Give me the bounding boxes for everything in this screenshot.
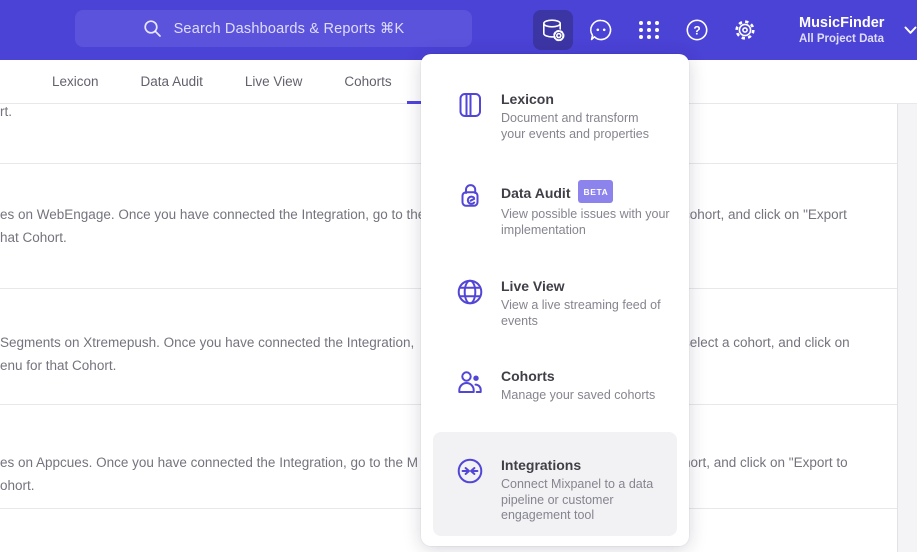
help-icon: ? [686,19,708,41]
menu-item-text: Data Audit BETA View possible issues wit… [501,180,681,238]
topbar-actions: ? MusicFinder All Project Data [533,10,917,50]
feedback-chat-icon [590,19,612,41]
project-labels: MusicFinder All Project Data [799,15,884,46]
menu-item-lexicon[interactable]: Lexicon Document and transform your even… [455,90,681,142]
globe-icon [457,279,483,305]
topbar: Search Dashboards & Reports ⌘K ? MusicFi… [0,0,917,60]
scrollbar-gutter[interactable] [897,104,917,552]
row-text: es on Appcues. Once you have connected t… [0,455,419,470]
data-management-icon [543,19,565,42]
menu-item-cohorts[interactable]: Cohorts Manage your saved cohorts [455,367,681,404]
apps-grid-button[interactable] [629,10,669,50]
menu-item-description: View possible issues with your implement… [501,207,670,237]
tab-lexicon[interactable]: Lexicon [52,74,99,89]
book-icon [459,93,481,117]
chevron-down-icon [904,26,917,34]
menu-item-text: Lexicon Document and transform your even… [501,90,681,142]
menu-item-text: Live View View a live streaming feed of … [501,277,681,329]
menu-item-label: Integrations [501,457,582,473]
menu-item-integrations-content: Integrations Connect Mixpanel to a data … [455,456,681,524]
menu-item-description: Manage your saved cohorts [501,388,656,402]
menu-item-live-view[interactable]: Live View View a live streaming feed of … [455,277,681,329]
menu-item-label: Cohorts [501,368,555,384]
search-placeholder: Search Dashboards & Reports ⌘K [173,20,405,37]
apps-grid-icon [639,21,659,39]
row-text: enu for that Cohort. [0,358,117,373]
row-text: Segments on Xtremepush. Once you have co… [0,335,415,350]
data-management-button[interactable] [533,10,573,50]
menu-item-label: Live View [501,278,565,294]
menu-item-label: Data Audit BETA [501,180,681,204]
menu-item-data-audit[interactable]: Data Audit BETA View possible issues wit… [455,180,681,238]
search-icon [143,20,161,37]
menu-item-description: View a live streaming feed of events [501,298,661,328]
beta-badge: BETA [578,180,614,203]
row-text: select a cohort, and click on [683,335,850,350]
menu-item-integrations[interactable]: Integrations Connect Mixpanel to a data … [433,432,677,536]
project-switcher[interactable]: MusicFinder All Project Data [799,15,917,46]
project-subtitle: All Project Data [799,32,884,45]
row-text: es on WebEngage. Once you have connected… [0,207,426,222]
row-text: rt. [0,104,12,119]
sync-arrows-icon [457,458,483,484]
row-text: hort, and click on "Export to [683,455,848,470]
menu-item-description: Connect Mixpanel to a data pipeline or c… [501,477,654,522]
feedback-button[interactable] [581,10,621,50]
menu-item-label: Lexicon [501,91,554,107]
tab-live-view[interactable]: Live View [245,74,303,89]
people-icon [458,371,482,393]
audit-lock-icon [461,184,479,207]
settings-button[interactable] [725,10,765,50]
row-text: ohort. [0,478,35,493]
menu-item-description: Document and transform your events and p… [501,111,650,141]
row-text: hat Cohort. [0,230,67,245]
data-management-menu: Lexicon Document and transform your even… [421,54,689,546]
svg-text:?: ? [693,23,700,37]
app-screen: rt. es on WebEngage. Once you have conne… [0,0,917,552]
gear-icon [735,20,755,40]
menu-item-text: Cohorts Manage your saved cohorts [501,367,681,404]
help-button[interactable]: ? [677,10,717,50]
row-text: cohort, and click on "Export [683,207,847,222]
search-input[interactable]: Search Dashboards & Reports ⌘K [75,10,472,47]
tab-cohorts[interactable]: Cohorts [344,74,391,89]
tab-data-audit[interactable]: Data Audit [141,74,203,89]
menu-item-label-text: Data Audit [501,184,571,201]
menu-item-text: Integrations Connect Mixpanel to a data … [501,456,681,524]
project-name: MusicFinder [799,14,885,31]
